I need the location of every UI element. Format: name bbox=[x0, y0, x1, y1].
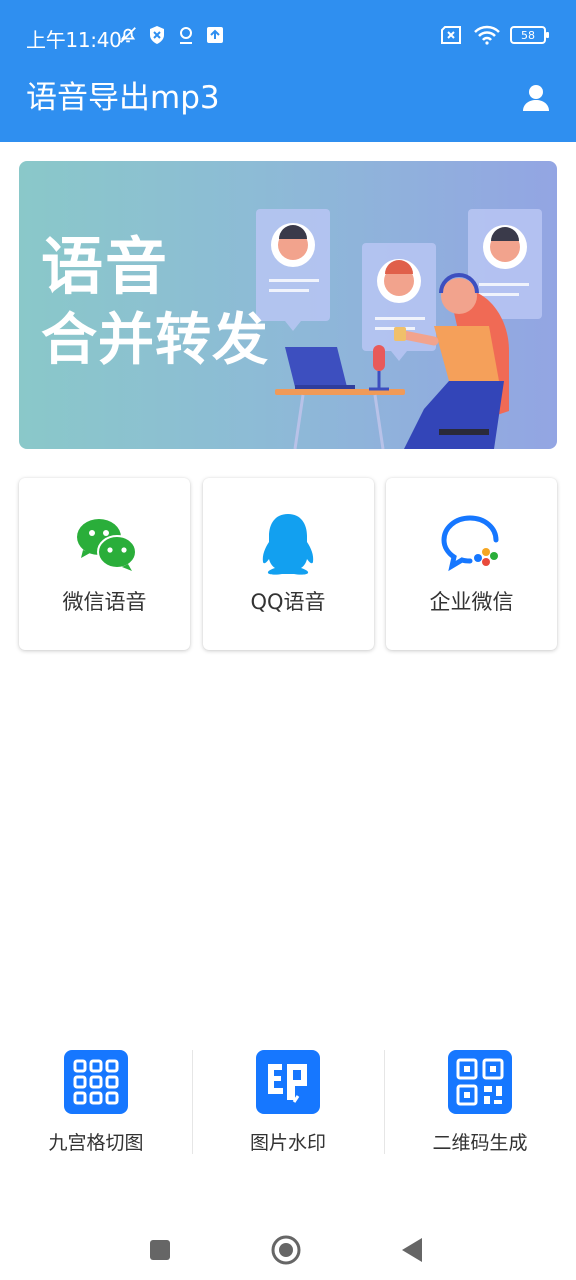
tool-bar: 九宫格切图 图片水印 二维码生成 bbox=[0, 1048, 576, 1158]
page-title: 语音导出mp3 bbox=[26, 80, 220, 116]
promo-banner[interactable]: 语音 合并转发 bbox=[19, 161, 557, 449]
banner-heading: 语音 bbox=[41, 230, 170, 303]
tool-qrcode[interactable]: 二维码生成 bbox=[384, 1048, 576, 1158]
card-qq-voice[interactable]: QQ语音 bbox=[202, 478, 374, 650]
grid-icon bbox=[64, 1050, 128, 1114]
card-wechat-voice[interactable]: 微信语音 bbox=[19, 478, 190, 650]
tool-label: 二维码生成 bbox=[432, 1132, 528, 1154]
upload-icon bbox=[205, 24, 225, 46]
system-nav-bar bbox=[0, 1216, 576, 1280]
status-bar: 上午11:40 58 bbox=[0, 0, 576, 72]
user-button[interactable] bbox=[520, 82, 552, 114]
shield-icon bbox=[147, 24, 167, 46]
qq-penguin-icon bbox=[262, 514, 314, 575]
tool-grid-cut[interactable]: 九宫格切图 bbox=[0, 1048, 192, 1158]
battery-icon: 58 bbox=[510, 26, 549, 44]
feature-cards: 微信语音 QQ语音 企业微信 bbox=[19, 478, 557, 650]
stamp-icon bbox=[256, 1050, 320, 1114]
status-time: 上午11:40 bbox=[26, 28, 122, 52]
recents-icon bbox=[150, 1240, 170, 1260]
sim-x-icon bbox=[440, 24, 464, 46]
wifi-icon bbox=[474, 24, 500, 46]
location-icon bbox=[176, 24, 196, 46]
home-button[interactable] bbox=[266, 1230, 306, 1270]
user-icon bbox=[523, 85, 549, 111]
card-label: QQ语音 bbox=[250, 590, 326, 614]
app-header: 上午11:40 58 语音导出mp3 bbox=[0, 0, 576, 142]
tool-watermark[interactable]: 图片水印 bbox=[192, 1048, 384, 1158]
home-icon bbox=[271, 1235, 301, 1265]
card-wecom[interactable]: 企业微信 bbox=[386, 478, 557, 650]
card-label: 微信语音 bbox=[62, 590, 147, 614]
card-label: 企业微信 bbox=[429, 590, 514, 614]
recents-button[interactable] bbox=[140, 1230, 180, 1270]
back-button[interactable] bbox=[392, 1230, 432, 1270]
tool-label: 图片水印 bbox=[249, 1132, 326, 1154]
back-icon bbox=[402, 1238, 422, 1262]
qrcode-icon bbox=[448, 1050, 512, 1114]
banner-subheading: 合并转发 bbox=[41, 308, 269, 373]
battery-level: 58 bbox=[521, 28, 535, 42]
wechat-icon bbox=[76, 519, 137, 571]
wecom-icon bbox=[440, 515, 498, 572]
tool-label: 九宫格切图 bbox=[48, 1132, 144, 1154]
bell-off-icon bbox=[118, 24, 138, 46]
